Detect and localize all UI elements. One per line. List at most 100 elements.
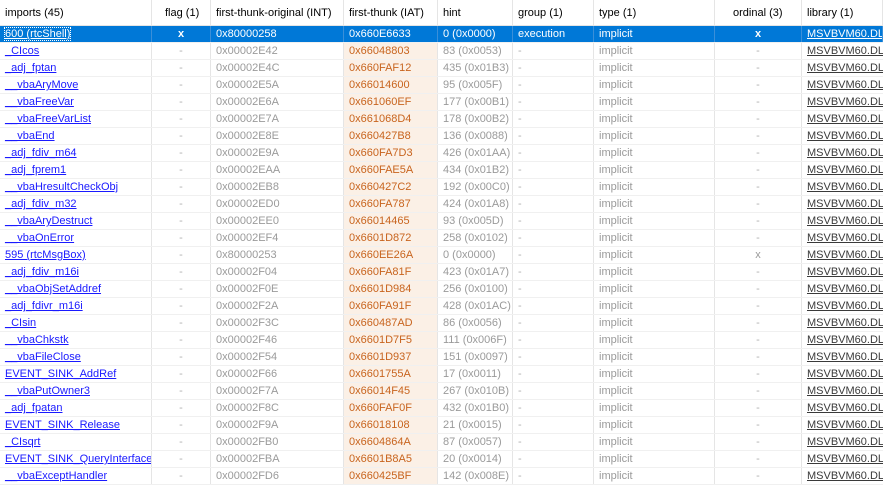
table-row[interactable]: _adj_fdiv_m32-0x00002ED0 0x660FA787 424 (0…	[0, 196, 883, 213]
table-row[interactable]: _adj_fdiv_m64-0x00002E9A 0x660FA7D3 426 (0…	[0, 145, 883, 162]
iat-cell: 0x660FA787	[344, 196, 438, 212]
library-link[interactable]: MSVBVM60.DLL	[807, 45, 883, 57]
import-name-link[interactable]: EVENT_SINK_QueryInterface	[5, 453, 151, 465]
import-name-link[interactable]: 600 (rtcShell)	[3, 27, 72, 41]
library-cell: MSVBVM60.DLL	[802, 247, 883, 263]
table-row[interactable]: __vbaAryDestruct -0x00002EE0 0x66014465 93 …	[0, 213, 883, 230]
table-row[interactable]: __vbaPutOwner3-0x00002F7A 0x66014F45 267 (…	[0, 383, 883, 400]
table-row[interactable]: __vbaFileClose -0x00002F54 0x6601D937 151 (…	[0, 349, 883, 366]
library-link[interactable]: MSVBVM60.DLL	[807, 470, 883, 482]
import-name-link[interactable]: __vbaFreeVarList	[5, 113, 91, 125]
library-link[interactable]: MSVBVM60.DLL	[807, 436, 883, 448]
library-link[interactable]: MSVBVM60.DLL	[807, 79, 883, 91]
table-row[interactable]: EVENT_SINK_Release -0x00002F9A 0x66018108 2…	[0, 417, 883, 434]
import-name-link[interactable]: __vbaFreeVar	[5, 96, 74, 108]
library-link[interactable]: MSVBVM60.DLL	[807, 334, 883, 346]
library-link[interactable]: MSVBVM60.DLL	[807, 62, 883, 74]
column-header-ordinal[interactable]: ordinal (3)	[715, 0, 802, 25]
column-header-group[interactable]: group (1)	[513, 0, 594, 25]
table-row[interactable]: __vbaExceptHandler -0x00002FD6 0x660425BF 1…	[0, 468, 883, 485]
library-link[interactable]: MSVBVM60.DLL	[807, 266, 883, 278]
import-name-link[interactable]: __vbaPutOwner3	[5, 385, 90, 397]
library-link[interactable]: MSVBVM60.DLL	[807, 147, 883, 159]
library-link[interactable]: MSVBVM60.DLL	[807, 283, 883, 295]
iat-cell: 0x660EE26A	[344, 247, 438, 263]
import-name-link[interactable]: __vbaHresultCheckObj	[5, 181, 118, 193]
table-row[interactable]: _adj_fdiv_m16i -0x00002F04 0x660FA81F 423 (…	[0, 264, 883, 281]
library-link[interactable]: MSVBVM60.DLL	[807, 130, 883, 142]
table-row[interactable]: _CIsin -0x00002F3C 0x660487AD 86 (0x0056) - i…	[0, 315, 883, 332]
import-name-link[interactable]: __vbaOnError	[5, 232, 74, 244]
library-link[interactable]: MSVBVM60.DLL	[807, 368, 883, 380]
import-name-link[interactable]: __vbaAryDestruct	[5, 215, 92, 227]
column-header-library[interactable]: library (1)	[802, 0, 883, 25]
library-link[interactable]: MSVBVM60.DLL	[807, 164, 883, 176]
import-name-link[interactable]: _adj_fdivr_m16i	[5, 300, 83, 312]
table-row[interactable]: EVENT_SINK_AddRef -0x00002F66 0x6601755A 17…	[0, 366, 883, 383]
hint-cell: 177 (0x00B1)	[438, 94, 513, 110]
import-name-cell: __vbaChkstk	[0, 332, 152, 348]
table-row[interactable]: __vbaChkstk -0x00002F46 0x6601D7F5 111 (0x0…	[0, 332, 883, 349]
library-link[interactable]: MSVBVM60.DLL	[807, 402, 883, 414]
table-row[interactable]: EVENT_SINK_QueryInterface -0x00002FBA 0x66…	[0, 451, 883, 468]
library-link[interactable]: MSVBVM60.DLL	[807, 215, 883, 227]
table-row[interactable]: _CIsqrt -0x00002FB0 0x6604864A 87 (0x0057) -…	[0, 434, 883, 451]
column-header-iat[interactable]: first-thunk (IAT)	[344, 0, 438, 25]
library-link[interactable]: MSVBVM60.DLL	[807, 181, 883, 193]
import-name-link[interactable]: _adj_fprem1	[5, 164, 66, 176]
library-link[interactable]: MSVBVM60.DLL	[807, 249, 883, 261]
hint-cell: 136 (0x0088)	[438, 128, 513, 144]
library-link[interactable]: MSVBVM60.DLL	[807, 317, 883, 329]
table-row[interactable]: __vbaObjSetAddref -0x00002F0E 0x6601D984 25…	[0, 281, 883, 298]
table-row[interactable]: _adj_fprem1-0x00002EAA 0x660FAE5A 434 (0x0…	[0, 162, 883, 179]
table-row[interactable]: __vbaOnError -0x00002EF4 0x6601D872 258 (0x…	[0, 230, 883, 247]
table-row[interactable]: _adj_fpatan -0x00002F8C 0x660FAF0F 432 (0x0…	[0, 400, 883, 417]
table-row[interactable]: __vbaEnd -0x00002E8E 0x660427B8 136 (0x0088…	[0, 128, 883, 145]
flag-cell: -	[152, 349, 211, 365]
table-row[interactable]: __vbaFreeVar -0x00002E6A 0x661060EF 177 (0x…	[0, 94, 883, 111]
import-name-link[interactable]: __vbaFileClose	[5, 351, 81, 363]
library-link[interactable]: MSVBVM60.DLL	[807, 198, 883, 210]
column-header-int[interactable]: first-thunk-original (INT)	[211, 0, 344, 25]
import-name-link[interactable]: EVENT_SINK_AddRef	[5, 368, 116, 380]
import-name-link[interactable]: _adj_fdiv_m32	[5, 198, 77, 210]
flag-cell: -	[152, 77, 211, 93]
import-name-link[interactable]: _CIcos	[5, 45, 39, 57]
column-header-type[interactable]: type (1)	[594, 0, 715, 25]
import-name-link[interactable]: __vbaAryMove	[5, 79, 78, 91]
table-row[interactable]: 600 (rtcShell) x 0x80000258 0x660E6633 0 (0x…	[0, 26, 883, 43]
table-row[interactable]: _adj_fptan -0x00002E4C 0x660FAF12 435 (0x01…	[0, 60, 883, 77]
table-row[interactable]: __vbaAryMove -0x00002E5A 0x66014600 95 (0x0…	[0, 77, 883, 94]
int-cell: 0x00002F46	[211, 332, 344, 348]
table-row[interactable]: __vbaHresultCheckObj -0x00002EB8 0x660427C…	[0, 179, 883, 196]
table-row[interactable]: _CIcos -0x00002E42 0x66048803 83 (0x0053) - i…	[0, 43, 883, 60]
library-link[interactable]: MSVBVM60.DLL	[807, 232, 883, 244]
import-name-link[interactable]: 595 (rtcMsgBox)	[5, 249, 86, 261]
column-header-hint[interactable]: hint	[438, 0, 513, 25]
import-name-cell: __vbaFreeVar	[0, 94, 152, 110]
import-name-link[interactable]: __vbaObjSetAddref	[5, 283, 101, 295]
library-link[interactable]: MSVBVM60.DLL	[807, 113, 883, 125]
import-name-link[interactable]: _adj_fptan	[5, 62, 56, 74]
table-row[interactable]: 595 (rtcMsgBox) -0x80000253 0x660EE26A 0 (0…	[0, 247, 883, 264]
import-name-link[interactable]: EVENT_SINK_Release	[5, 419, 120, 431]
table-row[interactable]: __vbaFreeVarList -0x00002E7A 0x661068D4 178…	[0, 111, 883, 128]
library-link[interactable]: MSVBVM60.DLL	[807, 300, 883, 312]
library-link[interactable]: MSVBVM60.DLL	[807, 28, 882, 40]
import-name-link[interactable]: _adj_fdiv_m64	[5, 147, 77, 159]
library-link[interactable]: MSVBVM60.DLL	[807, 385, 883, 397]
import-name-link[interactable]: _CIsin	[5, 317, 36, 329]
import-name-link[interactable]: __vbaChkstk	[5, 334, 69, 346]
library-link[interactable]: MSVBVM60.DLL	[807, 453, 883, 465]
column-header-imports[interactable]: imports (45)	[0, 0, 152, 25]
column-header-flag[interactable]: flag (1)	[152, 0, 211, 25]
library-link[interactable]: MSVBVM60.DLL	[807, 419, 883, 431]
import-name-link[interactable]: __vbaEnd	[5, 130, 55, 142]
import-name-link[interactable]: __vbaExceptHandler	[5, 470, 107, 482]
table-row[interactable]: _adj_fdivr_m16i -0x00002F2A 0x660FA91F 428 …	[0, 298, 883, 315]
import-name-link[interactable]: _CIsqrt	[5, 436, 40, 448]
library-link[interactable]: MSVBVM60.DLL	[807, 351, 883, 363]
library-link[interactable]: MSVBVM60.DLL	[807, 96, 883, 108]
import-name-link[interactable]: _adj_fpatan	[5, 402, 63, 414]
import-name-link[interactable]: _adj_fdiv_m16i	[5, 266, 79, 278]
